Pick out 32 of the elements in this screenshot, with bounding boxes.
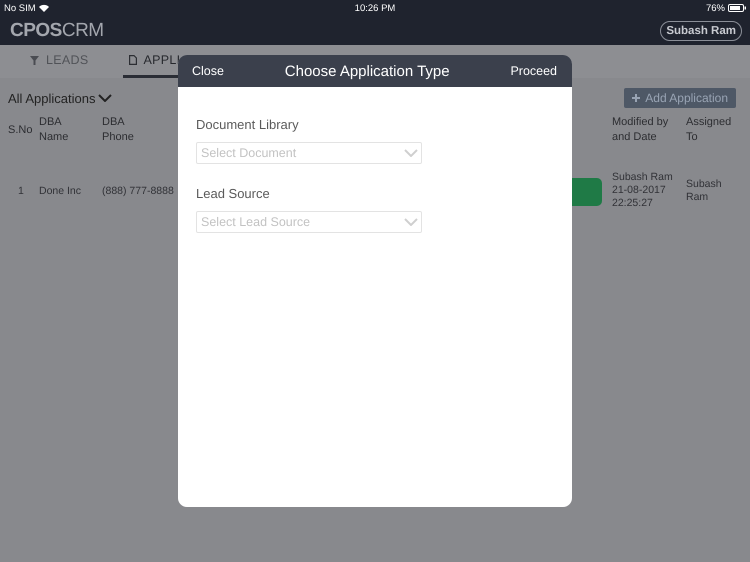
- battery-icon: [728, 4, 746, 12]
- field-label: Lead Source: [196, 186, 271, 201]
- chevron-icon: [404, 218, 418, 226]
- column-header: Modified by and Date: [612, 115, 670, 145]
- table-cell: Done Inc: [39, 185, 82, 198]
- column-header: Assigned To: [686, 115, 732, 145]
- field-label: Document Library: [196, 117, 300, 132]
- column-header: DBA Name: [39, 115, 70, 145]
- clock-time: 10:26 PM: [354, 2, 396, 14]
- table-cell-text: Subash Ram: [686, 178, 723, 204]
- wifi-icon: [38, 4, 49, 12]
- table-cell-text: 1: [17, 185, 24, 198]
- proceed-button[interactable]: Proceed: [510, 64, 557, 78]
- plus-icon: [632, 94, 640, 102]
- app-logo: CPOSCRM: [10, 20, 104, 42]
- dialog-title: Choose Application Type: [284, 62, 450, 80]
- column-header: S.No: [8, 122, 34, 138]
- filter-dropdown[interactable]: All Applications: [8, 90, 112, 106]
- chevron-icon: [404, 149, 418, 157]
- filter-icon: [30, 56, 39, 64]
- table-cell: (888) 777-8888: [102, 185, 174, 198]
- add-application-button[interactable]: Add Application: [624, 88, 736, 108]
- select-field[interactable]: Select Lead Source: [196, 211, 422, 233]
- document-icon: [128, 55, 136, 65]
- carrier-text: No SIM: [4, 2, 36, 14]
- user-button[interactable]: Subash Ram: [660, 20, 742, 40]
- battery-percent: 76%: [706, 2, 725, 14]
- tab[interactable]: LEADS: [24, 45, 94, 78]
- select-field[interactable]: Select Document: [196, 142, 422, 164]
- chevron-icon: [98, 94, 112, 102]
- table-cell-text: Subash Ram 21-08-2017 22:25:27: [612, 171, 674, 210]
- column-header: DBA Phone: [102, 115, 135, 145]
